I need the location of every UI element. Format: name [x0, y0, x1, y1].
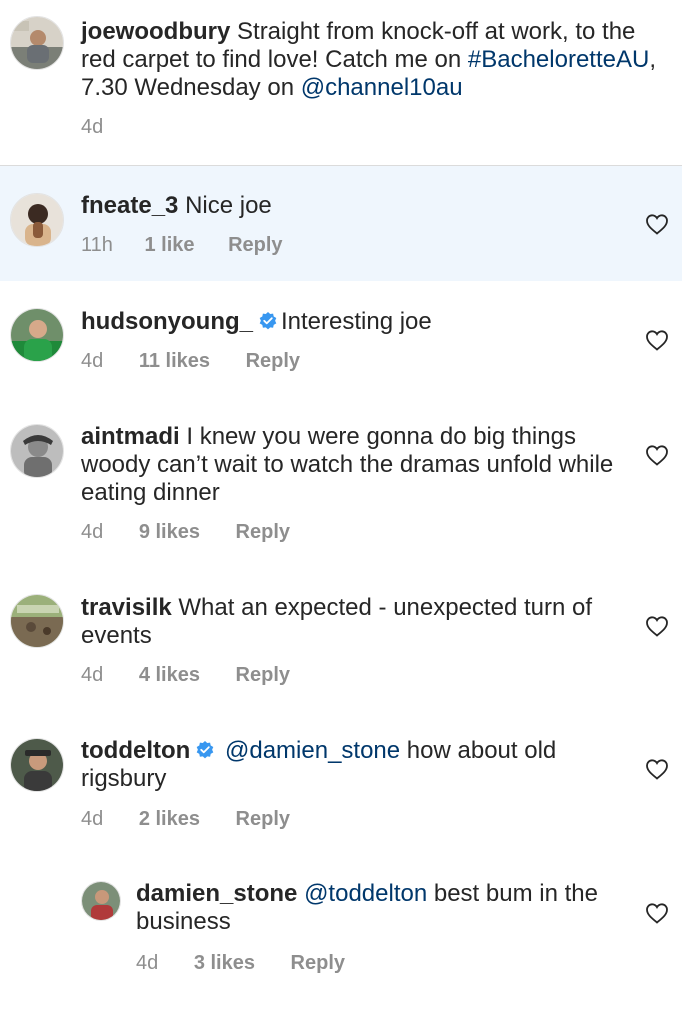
comment-text: hudsonyoung_ Interesting joe: [81, 308, 621, 336]
heart-icon[interactable]: [645, 329, 669, 351]
comment-meta: 4d 9 likes Reply: [81, 521, 290, 544]
comment-username[interactable]: hudsonyoung_: [81, 308, 253, 335]
avatar-hudsonyoung[interactable]: [10, 308, 64, 362]
comment-meta: 4d 11 likes Reply: [81, 350, 300, 373]
comment-text: travisilk What an expected - unexpected …: [81, 594, 621, 650]
highlighted-comment-background: [0, 166, 682, 281]
reply-button[interactable]: Reply: [228, 234, 282, 257]
caption-username[interactable]: joewoodbury: [81, 18, 230, 45]
comment-text: damien_stone @toddelton best bum in the …: [136, 880, 616, 936]
avatar-fneate-3[interactable]: [10, 193, 64, 247]
comment-mention[interactable]: @damien_stone: [225, 737, 400, 764]
caption-time: 4d: [81, 116, 104, 138]
heart-icon[interactable]: [645, 213, 669, 235]
heart-icon[interactable]: [645, 902, 669, 924]
comment-username[interactable]: aintmadi: [81, 423, 180, 450]
caption-meta: 4d: [81, 116, 103, 139]
comment-likes[interactable]: 11 likes: [139, 350, 210, 373]
caption-hashtag[interactable]: #BacheloretteAU: [468, 46, 649, 73]
comment-text: fneate_3 Nice joe: [81, 192, 621, 220]
heart-icon[interactable]: [645, 615, 669, 637]
avatar-joewoodbury[interactable]: [10, 16, 64, 70]
comment-username[interactable]: travisilk: [81, 594, 172, 621]
comment-username[interactable]: toddelton: [81, 737, 190, 764]
comment-meta: 4d 3 likes Reply: [136, 952, 345, 975]
heart-icon[interactable]: [645, 444, 669, 466]
avatar-travisilk[interactable]: [10, 594, 64, 648]
avatar-aintmadi[interactable]: [10, 424, 64, 478]
reply-button[interactable]: Reply: [236, 664, 290, 687]
comment-body: Nice joe: [185, 192, 272, 219]
reply-button[interactable]: Reply: [246, 350, 300, 373]
comment-meta: 4d 4 likes Reply: [81, 664, 290, 687]
verified-badge-icon: [259, 312, 277, 330]
reply-button[interactable]: Reply: [291, 952, 345, 975]
reply-button[interactable]: Reply: [236, 521, 290, 544]
reply-button[interactable]: Reply: [236, 808, 290, 831]
avatar-toddelton[interactable]: [10, 738, 64, 792]
comment-text: aintmadi I knew you were gonna do big th…: [81, 423, 621, 507]
caption-text: joewoodbury Straight from knock-off at w…: [81, 18, 671, 102]
avatar-damien-stone[interactable]: [81, 881, 121, 921]
comment-time: 4d: [136, 952, 159, 974]
comment-time: 4d: [81, 350, 104, 372]
comment-meta: 4d 2 likes Reply: [81, 808, 290, 831]
comment-time: 4d: [81, 664, 104, 686]
verified-badge-icon: [197, 741, 214, 759]
comment-likes[interactable]: 1 like: [144, 234, 194, 257]
comment-username[interactable]: damien_stone: [136, 880, 297, 907]
comment-likes[interactable]: 9 likes: [139, 521, 200, 544]
comment-mention[interactable]: @toddelton: [304, 880, 427, 907]
comment-meta: 11h 1 like Reply: [81, 234, 283, 257]
heart-icon[interactable]: [645, 758, 669, 780]
comment-time: 4d: [81, 521, 104, 543]
comment-likes[interactable]: 3 likes: [194, 952, 255, 975]
comment-username[interactable]: fneate_3: [81, 192, 178, 219]
comment-likes[interactable]: 4 likes: [139, 664, 200, 687]
comment-likes[interactable]: 2 likes: [139, 808, 200, 831]
comment-time: 4d: [81, 808, 104, 830]
comment-time: 11h: [81, 234, 113, 256]
comment-text: toddelton @damien_stone how about old ri…: [81, 737, 621, 793]
caption-mention[interactable]: @channel10au: [301, 74, 463, 101]
comment-body: Interesting joe: [280, 308, 432, 335]
